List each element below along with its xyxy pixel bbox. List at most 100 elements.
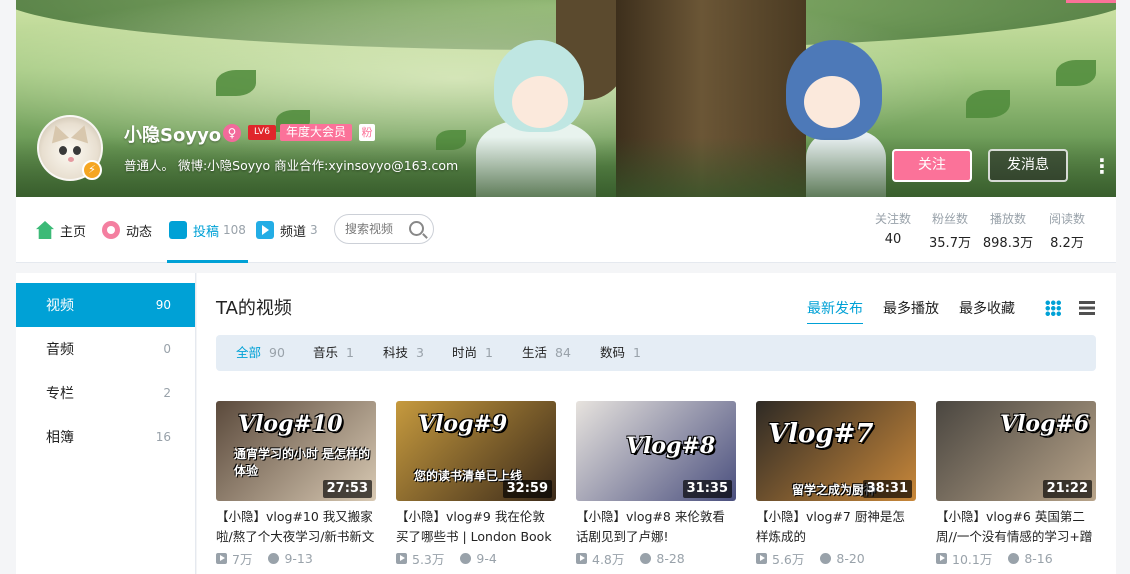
video-title[interactable]: 【小隐】vlog#7 厨神是怎样炼成的 <box>756 507 916 547</box>
banner-leaf <box>966 90 1010 118</box>
video-meta: 5.6万 8-20 <box>756 548 916 568</box>
stat-label: 播放数 <box>989 212 1026 226</box>
stat-value: 8.2万 <box>1050 236 1084 251</box>
stat-fans[interactable]: 粉丝数 35.7万 <box>920 210 980 251</box>
video-title[interactable]: 【小隐】vlog#8 来伦敦看话剧见到了卢娜! <box>576 507 736 547</box>
upload-date: 9-4 <box>476 550 497 566</box>
filter-fashion[interactable]: 时尚 1 <box>452 335 493 371</box>
video-thumbnail[interactable]: Vlog#10 通宵学习的小时 是怎样的体验 27:53 <box>216 401 376 501</box>
play-count: 4.8万 <box>592 551 625 567</box>
filter-tech[interactable]: 科技 3 <box>383 335 424 371</box>
video-thumbnail[interactable]: Vlog#8 31:35 <box>576 401 736 501</box>
tab-posts-count: 108 <box>223 223 246 237</box>
sidebar-item-videos[interactable]: 视频 90 <box>16 283 195 327</box>
lightning-icon: ⚡ <box>82 160 102 180</box>
tab-posts[interactable]: 投稿 108 <box>167 197 248 263</box>
video-card[interactable]: Vlog#8 31:35 【小隐】vlog#8 来伦敦看话剧见到了卢娜! 4.8… <box>576 401 736 568</box>
play-count-icon <box>576 552 587 564</box>
play-count-icon <box>216 552 227 564</box>
filter-life[interactable]: 生活 84 <box>522 335 571 371</box>
filter-count: 1 <box>485 345 493 360</box>
stat-value: 35.7万 <box>929 236 971 251</box>
upload-date: 8-20 <box>836 550 865 566</box>
thumbnail-logo-text: Vlog#7 <box>768 419 874 449</box>
tab-channels-label: 频道 <box>280 224 307 240</box>
sort-most-played[interactable]: 最多播放 <box>883 298 939 318</box>
video-meta: 7万 9-13 <box>216 548 376 568</box>
more-menu-icon[interactable]: ⋮ <box>1092 154 1112 178</box>
thumbnail-caption: 通宵学习的小时 是怎样的体验 <box>234 447 371 478</box>
sidebar-item-count: 16 <box>155 430 171 444</box>
tab-channels[interactable]: 频道 3 <box>256 197 318 263</box>
follow-button[interactable]: 关注 <box>892 149 972 182</box>
message-button[interactable]: 发消息 <box>988 149 1068 182</box>
video-title[interactable]: 【小隐】vlog#9 我在伦敦买了哪些书 | London Book <box>396 507 556 547</box>
video-title[interactable]: 【小隐】vlog#10 我又搬家啦/熬了个大夜学习/新书新文 <box>216 507 376 547</box>
video-card[interactable]: Vlog#10 通宵学习的小时 是怎样的体验 27:53 【小隐】vlog#10… <box>216 401 376 568</box>
sidebar-item-label: 相簿 <box>46 430 74 446</box>
clock-icon <box>820 552 832 564</box>
tab-dynamic[interactable]: 动态 <box>102 197 152 263</box>
vip-badge[interactable]: 年度大会员 <box>280 124 353 141</box>
clock-icon <box>640 552 652 564</box>
clock-icon <box>268 552 280 564</box>
filter-label: 科技 <box>383 345 409 360</box>
video-meta: 5.3万 9-4 <box>396 548 556 568</box>
content-type-sidebar: 视频 90 音频 0 专栏 2 相簿 16 <box>16 273 196 574</box>
stat-value: 898.3万 <box>982 236 1034 251</box>
video-title[interactable]: 【小隐】vlog#6 英国第二周//一个没有情感的学习+蹭 <box>936 507 1096 547</box>
flower-icon <box>102 221 120 239</box>
fan-badge[interactable]: 粉 <box>359 124 375 141</box>
tab-home[interactable]: 主页 <box>36 197 86 263</box>
play-count: 10.1万 <box>952 551 993 567</box>
filter-music[interactable]: 音乐 1 <box>313 335 354 371</box>
filter-all[interactable]: 全部 90 <box>236 335 285 371</box>
filter-digital[interactable]: 数码 1 <box>600 335 641 371</box>
banner-leaf <box>1056 60 1096 86</box>
level-badge[interactable]: LV6 <box>248 125 276 140</box>
play-count-icon <box>396 552 407 564</box>
upload-date: 8-28 <box>656 550 685 566</box>
sidebar-item-albums[interactable]: 相簿 16 <box>16 415 195 459</box>
video-meta: 10.1万 8-16 <box>936 548 1096 568</box>
sidebar-item-articles[interactable]: 专栏 2 <box>16 371 195 415</box>
sidebar-item-count: 0 <box>163 342 171 356</box>
video-card[interactable]: Vlog#7 留学之成为厨神 38:31 【小隐】vlog#7 厨神是怎样炼成的… <box>756 401 916 568</box>
stat-label: 关注数 <box>874 212 911 226</box>
video-thumbnail[interactable]: Vlog#9 您的读书清单已上线 32:59 <box>396 401 556 501</box>
grid-view-icon[interactable] <box>1045 300 1061 316</box>
video-thumbnail[interactable]: Vlog#7 留学之成为厨神 38:31 <box>756 401 916 501</box>
filter-label: 数码 <box>600 345 626 360</box>
stat-plays: 播放数 898.3万 <box>978 210 1038 251</box>
stat-following[interactable]: 关注数 40 <box>863 210 923 247</box>
sidebar-item-label: 视频 <box>46 298 74 314</box>
thumbnail-logo-text: Vlog#10 <box>238 411 343 437</box>
filter-label: 时尚 <box>452 345 478 360</box>
banner-character-right <box>786 40 882 140</box>
play-count-icon <box>936 552 947 564</box>
sidebar-item-label: 音频 <box>46 342 74 358</box>
list-view-icon[interactable] <box>1079 301 1095 315</box>
clock-icon <box>460 552 472 564</box>
female-icon: ♀ <box>223 124 241 142</box>
profile-nav-bar: 主页 动态 投稿 108 频道 3 关注数 40 粉丝数 35.7万 播放数 8… <box>16 197 1116 263</box>
video-card[interactable]: Vlog#6 21:22 【小隐】vlog#6 英国第二周//一个没有情感的学习… <box>936 401 1096 568</box>
tab-posts-label: 投稿 <box>193 224 220 240</box>
sort-most-favorited[interactable]: 最多收藏 <box>959 298 1015 318</box>
search-input[interactable] <box>345 221 409 237</box>
banner-character-left <box>494 40 584 132</box>
video-card[interactable]: Vlog#9 您的读书清单已上线 32:59 【小隐】vlog#9 我在伦敦买了… <box>396 401 556 568</box>
video-thumbnail[interactable]: Vlog#6 21:22 <box>936 401 1096 501</box>
duration-badge: 27:53 <box>322 480 372 498</box>
sort-latest[interactable]: 最新发布 <box>807 298 863 324</box>
channel-icon <box>256 221 274 239</box>
tab-channels-count: 3 <box>310 223 318 237</box>
sidebar-item-count: 90 <box>155 298 171 312</box>
search-icon[interactable] <box>409 221 424 236</box>
filter-label: 生活 <box>522 345 548 360</box>
upload-date: 9-13 <box>284 550 313 566</box>
duration-badge: 31:35 <box>682 480 732 498</box>
stat-value: 40 <box>884 232 902 247</box>
clock-icon <box>1008 552 1020 564</box>
sidebar-item-audio[interactable]: 音频 0 <box>16 327 195 371</box>
